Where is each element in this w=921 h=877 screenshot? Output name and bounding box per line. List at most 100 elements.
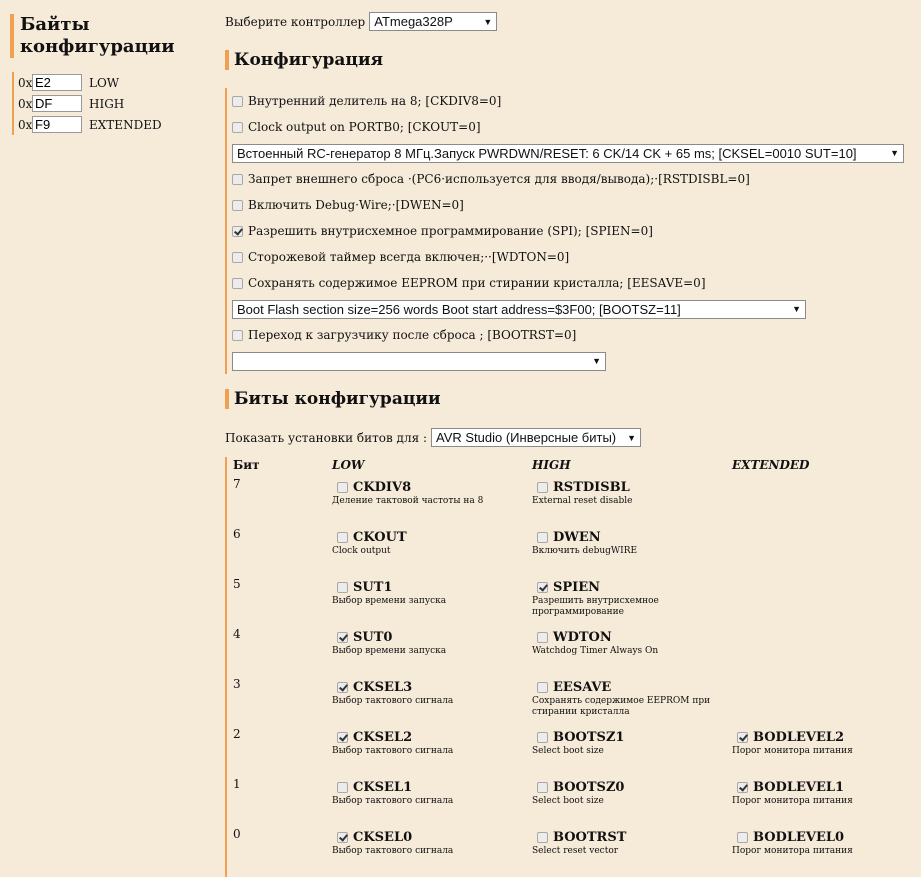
header-low: LOW <box>332 458 365 472</box>
option-wdton[interactable]: Сторожевой таймер всегда включен;··[WDTO… <box>232 244 912 270</box>
fuse-bit-bootsz0: BOOTSZ0 Select boot size <box>532 777 727 807</box>
boot-select-value: Boot Flash section size=256 words Boot s… <box>237 301 681 317</box>
bits-mode-value: AVR Studio (Инверсные биты) <box>436 430 617 445</box>
controller-select[interactable]: ATmega328P ▼ <box>369 12 498 31</box>
fuse-bit-description: Выбор тактового сигнала <box>332 846 454 856</box>
checkbox[interactable] <box>232 329 243 341</box>
option-eesave[interactable]: Сохранять содержимое EEPROM при стирании… <box>232 270 912 296</box>
fuse-bit-description: Включить debugWIRE <box>532 546 638 556</box>
fuse-bytes-panel: Байты конфигурации 0x LOW 0x HIGH 0x EXT… <box>10 10 210 135</box>
fuse-bit-dwen: DWEN Включить debugWIRE <box>532 527 727 557</box>
option-bootrst[interactable]: Переход к загрузчику после сброса ; [BOO… <box>232 322 912 348</box>
bit-number: 0 <box>233 827 241 841</box>
bit-number: 2 <box>233 727 241 741</box>
fuse-bit-cksel3: CKSEL3 Выбор тактового сигнала <box>332 677 527 707</box>
fuse-bit-line: CKSEL3 <box>332 677 527 697</box>
fuse-bit-name: SUT1 <box>353 579 393 595</box>
checkbox[interactable] <box>232 251 243 263</box>
fuse-bit-bodlevel0: BODLEVEL0 Порог монитора питания <box>732 827 921 857</box>
checkbox[interactable] <box>737 781 748 793</box>
option-rstdisbl[interactable]: Запрет внешнего сброса ·(PC6·используетс… <box>232 166 912 192</box>
fuse-bit-sut0: SUT0 Выбор времени запуска <box>332 627 527 657</box>
fuse-bit-name: EESAVE <box>553 679 612 695</box>
header-extended: EXTENDED <box>732 458 810 472</box>
option-label: Запрет внешнего сброса ·(PC6·используетс… <box>248 172 750 186</box>
checkbox[interactable] <box>337 831 348 843</box>
checkbox[interactable] <box>337 681 348 693</box>
checkbox[interactable] <box>232 199 243 211</box>
bits-mode-select[interactable]: AVR Studio (Инверсные биты) ▼ <box>431 428 641 447</box>
bit-row: 4 SUT0 Выбор времени запуска WDTON Watchdog … <box>233 625 913 675</box>
checkbox[interactable] <box>232 225 243 237</box>
fuse-bit-description: Выбор тактового сигнала <box>332 796 454 806</box>
checkbox[interactable] <box>232 173 243 185</box>
bit-number: 7 <box>233 477 241 491</box>
checkbox[interactable] <box>537 781 548 793</box>
fuse-bit-description: Порог монитора питания <box>732 796 853 806</box>
chevron-down-icon: ▼ <box>792 304 801 314</box>
fuse-bit-line: BODLEVEL1 <box>732 777 921 797</box>
fuse-bit-bootsz1: BOOTSZ1 Select boot size <box>532 727 727 757</box>
checkbox[interactable] <box>737 731 748 743</box>
checkbox[interactable] <box>337 731 348 743</box>
checkbox[interactable] <box>537 731 548 743</box>
checkbox[interactable] <box>537 831 548 843</box>
boot-select-row: Boot Flash section size=256 words Boot s… <box>232 296 912 322</box>
checkbox[interactable] <box>537 681 548 693</box>
controller-select-value: ATmega328P <box>374 14 453 29</box>
high-byte-label: HIGH <box>89 96 125 111</box>
fuse-bit-description: Select boot size <box>532 746 604 756</box>
checkbox[interactable] <box>232 121 243 133</box>
fuse-bit-description: Clock output <box>332 546 391 556</box>
option-dwen[interactable]: Включить Debug·Wire;·[DWEN=0] <box>232 192 912 218</box>
fuse-bit-description: Выбор времени запуска <box>332 646 447 656</box>
header-bit: Бит <box>233 458 260 472</box>
low-byte-input[interactable] <box>32 74 82 91</box>
checkbox[interactable] <box>537 631 548 643</box>
option-ckout[interactable]: Clock output on PORTB0; [CKOUT=0] <box>232 114 912 140</box>
fuse-bit-line: SPIEN <box>532 577 727 597</box>
checkbox[interactable] <box>537 481 548 493</box>
hex-prefix: 0x <box>18 117 33 132</box>
fuse-bit-line: BOOTSZ0 <box>532 777 727 797</box>
fuse-bit-line: BOOTSZ1 <box>532 727 727 747</box>
clock-source-select[interactable]: Встоенный RC-генератор 8 МГц.Запуск PWRD… <box>232 143 904 163</box>
fuse-bit-line: RSTDISBL <box>532 477 727 497</box>
controller-row: Выберите контроллер ATmega328P ▼ <box>225 12 498 31</box>
fuse-bit-line: BODLEVEL0 <box>732 827 921 847</box>
fuse-bit-spien: SPIEN Разрешить внутрисхемное программиро… <box>532 577 727 618</box>
checkbox[interactable] <box>337 581 348 593</box>
fuse-bit-name: BODLEVEL2 <box>753 729 845 745</box>
fuse-bit-line: BODLEVEL2 <box>732 727 921 747</box>
fuse-bit-line: CKDIV8 <box>332 477 527 497</box>
checkbox[interactable] <box>337 631 348 643</box>
bod-level-select[interactable]: ▼ <box>232 351 606 371</box>
checkbox[interactable] <box>337 481 348 493</box>
fuse-bit-line: EESAVE <box>532 677 727 697</box>
fuse-bit-cksel2: CKSEL2 Выбор тактового сигнала <box>332 727 527 757</box>
bit-row: 2 CKSEL2 Выбор тактового сигнала BOOTSZ1 Sel… <box>233 725 913 775</box>
config-options: Внутренний делитель на 8; [CKDIV8=0] Clo… <box>225 88 912 374</box>
bit-number: 3 <box>233 677 241 691</box>
fuse-bit-description: Выбор тактового сигнала <box>332 696 454 706</box>
checkbox[interactable] <box>537 531 548 543</box>
fuse-bit-line: CKSEL1 <box>332 777 527 797</box>
bit-number: 1 <box>233 777 241 791</box>
checkbox[interactable] <box>232 95 243 107</box>
boot-size-select[interactable]: Boot Flash section size=256 words Boot s… <box>232 299 806 319</box>
hex-prefix: 0x <box>18 75 33 90</box>
extended-byte-input[interactable] <box>32 116 82 133</box>
fuse-bit-name: CKSEL1 <box>353 779 413 795</box>
fuse-bit-bodlevel1: BODLEVEL1 Порог монитора питания <box>732 777 921 807</box>
hex-prefix: 0x <box>18 96 33 111</box>
high-byte-input[interactable] <box>32 95 82 112</box>
option-spien[interactable]: Разрешить внутрисхемное программирование… <box>232 218 912 244</box>
option-ckdiv8[interactable]: Внутренний делитель на 8; [CKDIV8=0] <box>232 88 912 114</box>
chevron-down-icon: ▼ <box>627 432 636 443</box>
checkbox[interactable] <box>337 531 348 543</box>
checkbox[interactable] <box>537 581 548 593</box>
fuse-bit-name: WDTON <box>553 629 612 645</box>
checkbox[interactable] <box>232 277 243 289</box>
checkbox[interactable] <box>737 831 748 843</box>
checkbox[interactable] <box>337 781 348 793</box>
